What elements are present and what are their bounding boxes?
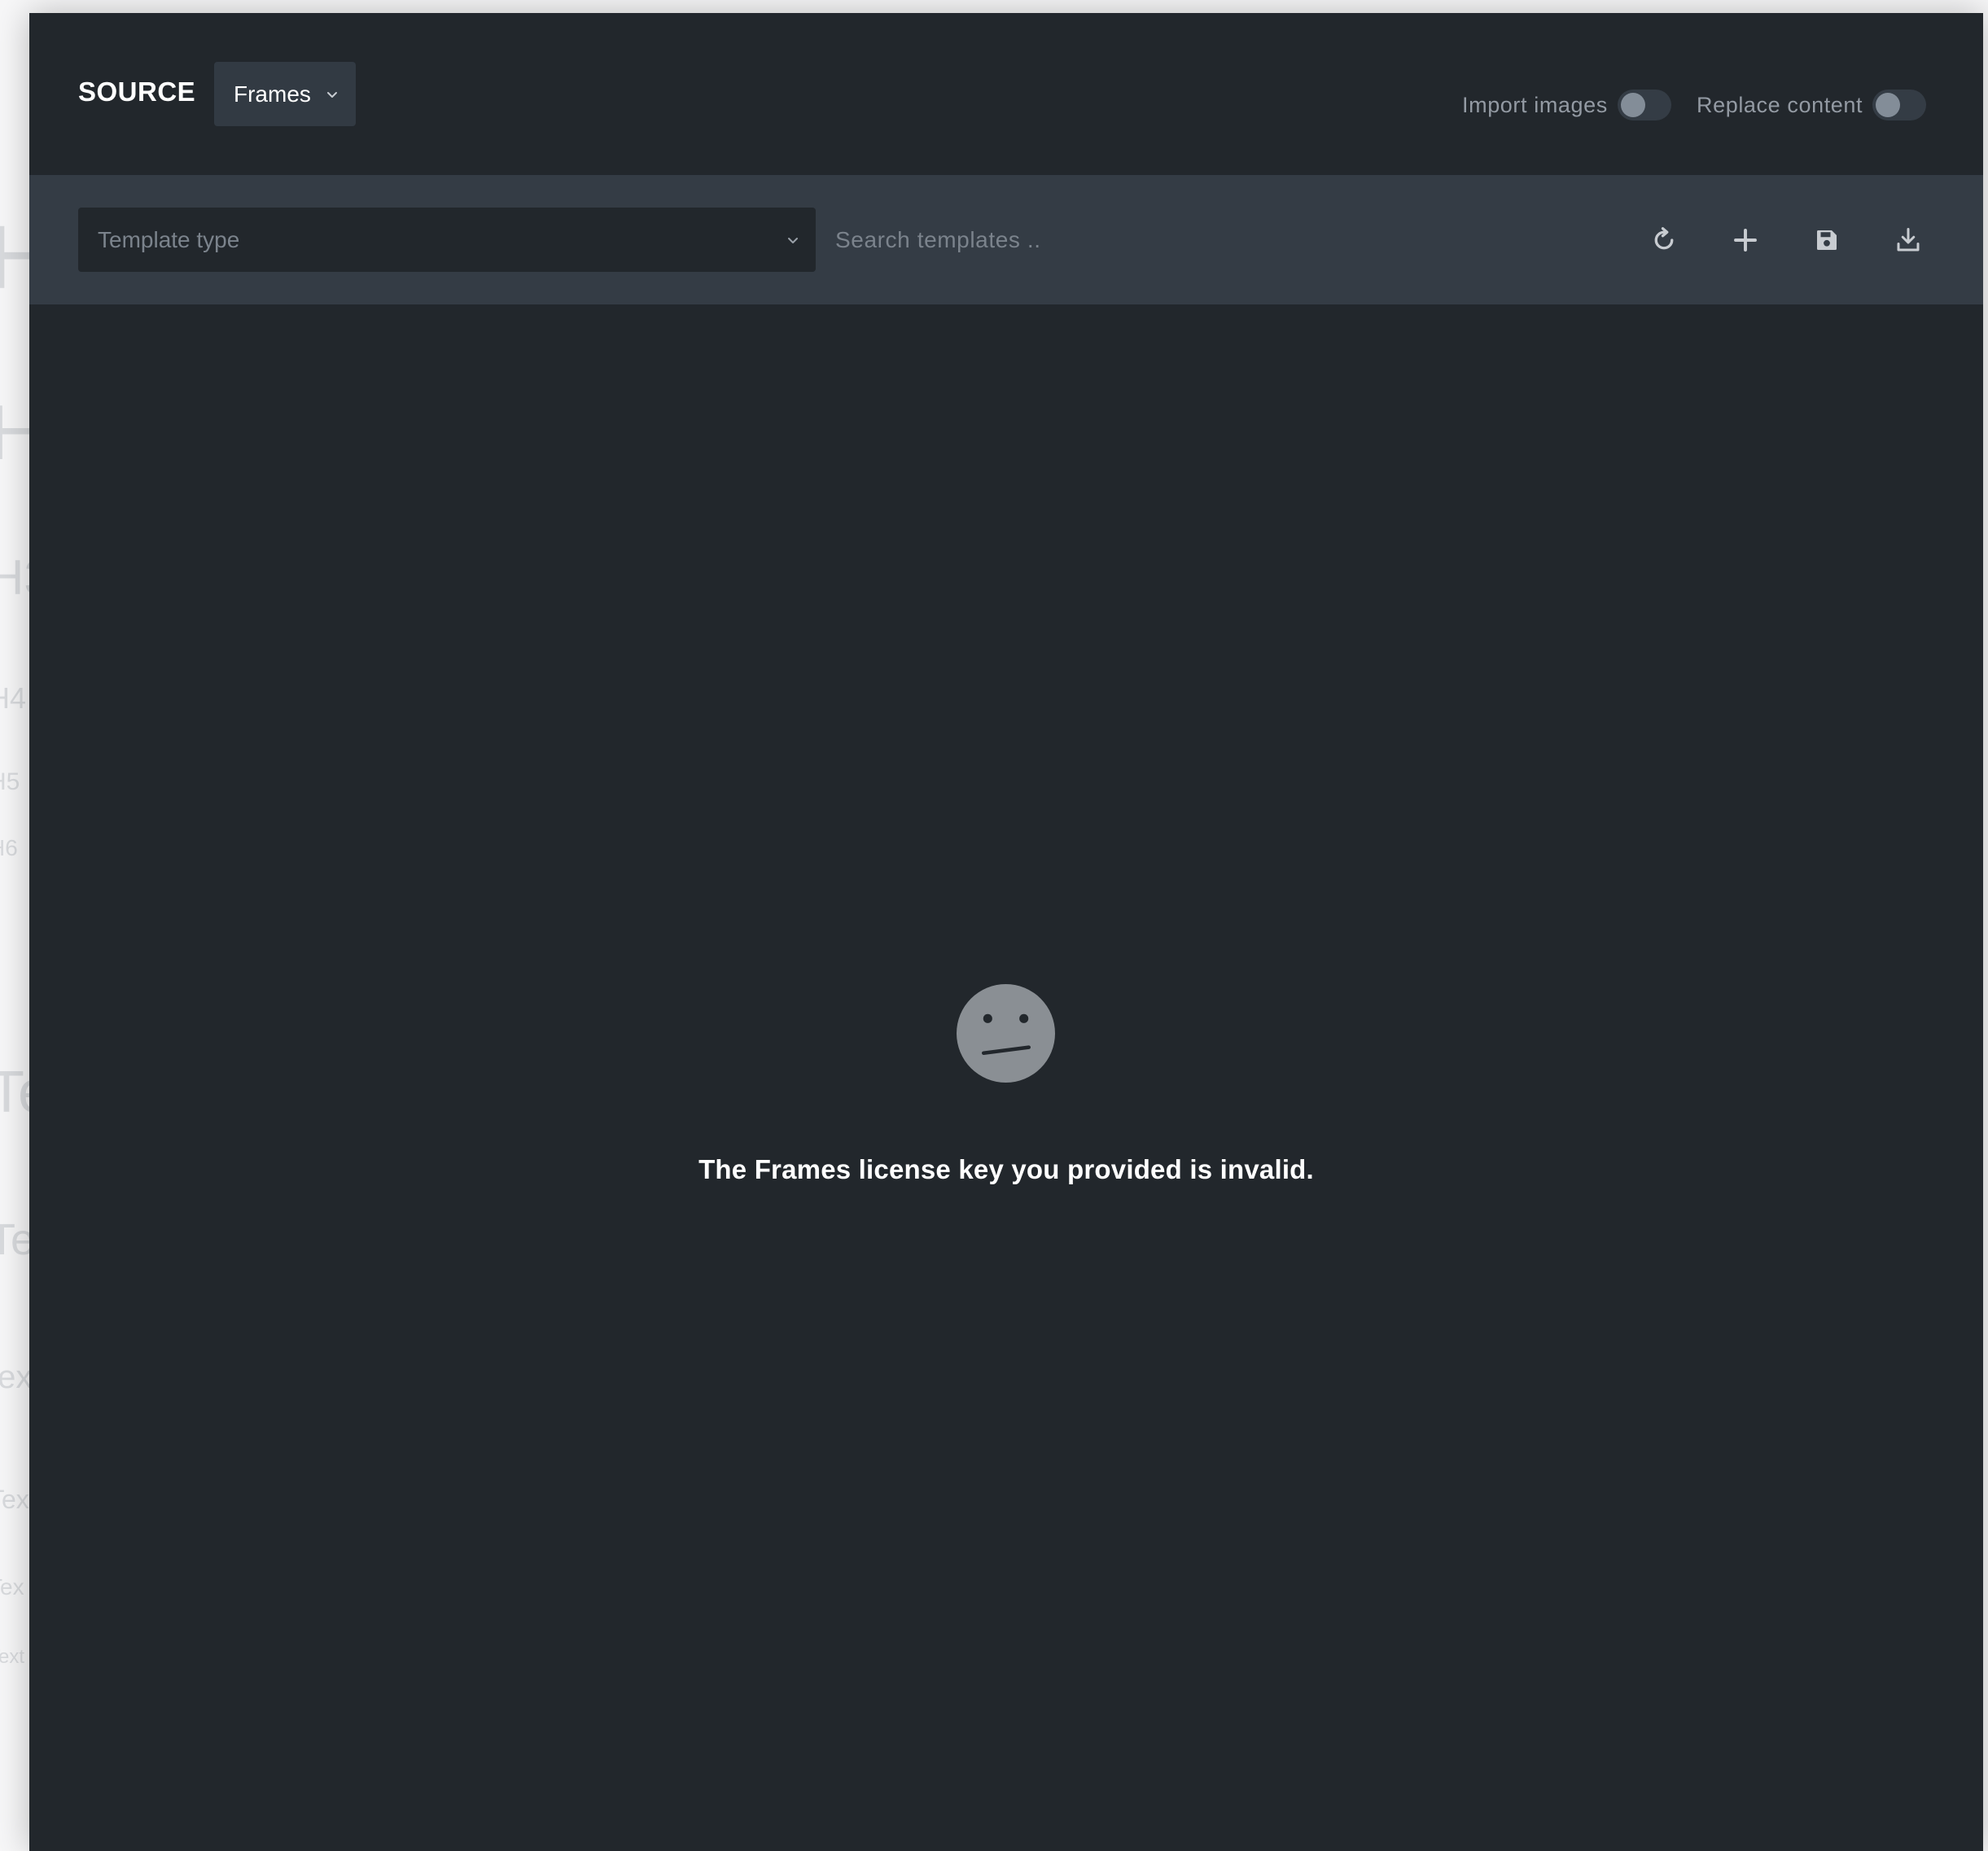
replace-content-toggle-group: Replace content	[1697, 90, 1927, 120]
import-images-toggle[interactable]	[1617, 90, 1671, 120]
save-icon	[1817, 230, 1837, 250]
replace-content-toggle[interactable]	[1872, 90, 1927, 120]
save-template-button[interactable]	[1804, 217, 1850, 263]
add-template-button[interactable]	[1723, 217, 1768, 263]
bg-text-3: tex	[0, 1359, 33, 1395]
replace-content-label: Replace content	[1697, 92, 1863, 117]
import-images-label: Import images	[1462, 92, 1608, 117]
chevron-down-icon	[326, 91, 337, 98]
modal-header: SOURCE Frames Import images Replace cont…	[29, 13, 1983, 175]
bg-heading-h5: H5	[0, 768, 20, 795]
bg-text-6: Text	[0, 1646, 25, 1668]
templates-content: The Frames license key you provided is i…	[29, 304, 1983, 1851]
search-templates-input[interactable]	[835, 208, 1568, 272]
template-library-modal: SOURCE Frames Import images Replace cont…	[29, 13, 1983, 1851]
bg-text-4: Tex	[0, 1485, 29, 1514]
download-icon	[1897, 228, 1920, 252]
chevron-down-icon	[788, 238, 798, 243]
neutral-face-icon	[957, 984, 1055, 1083]
template-type-placeholder: Template type	[98, 226, 240, 252]
bg-heading-h6: H6	[0, 835, 18, 860]
download-button[interactable]	[1885, 217, 1931, 263]
toggle-knob	[1876, 93, 1901, 117]
import-images-toggle-group: Import images	[1462, 90, 1671, 120]
source-select-value: Frames	[234, 81, 311, 107]
plus-icon	[1734, 229, 1757, 252]
refresh-icon	[1654, 227, 1674, 250]
source-title: SOURCE	[78, 77, 196, 107]
license-error-message: The Frames license key you provided is i…	[698, 1154, 1314, 1184]
source-select[interactable]: Frames	[214, 62, 356, 126]
toggle-knob	[1620, 93, 1645, 117]
refresh-button[interactable]	[1641, 217, 1687, 263]
template-type-select[interactable]: Template type	[78, 208, 816, 272]
bg-text-5: Tex	[0, 1574, 24, 1599]
template-toolbar: Template type	[29, 175, 1983, 304]
bg-heading-h4: H4	[0, 681, 27, 715]
